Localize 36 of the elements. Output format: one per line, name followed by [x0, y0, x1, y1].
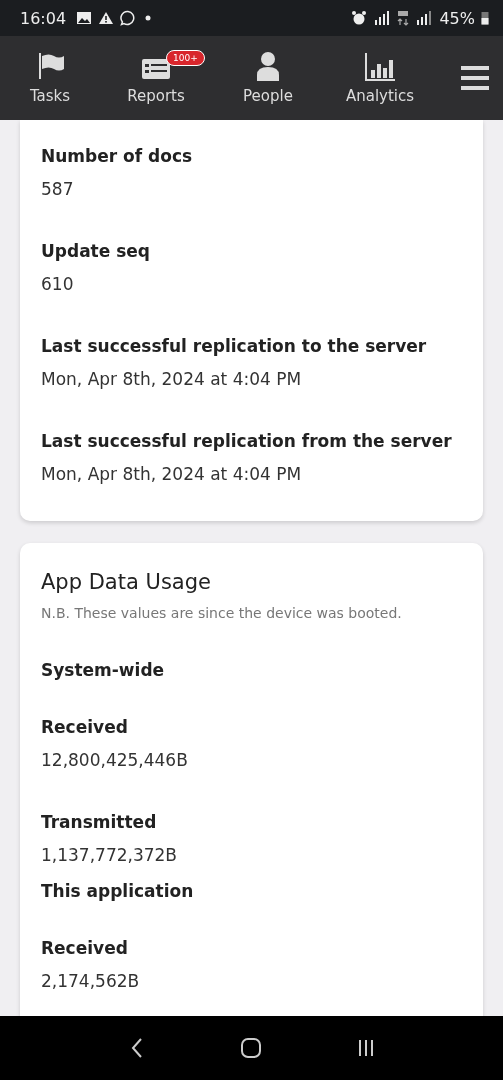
field-value: 610 — [41, 273, 75, 296]
card-title: App Data Usage — [41, 569, 212, 596]
field-value: Mon, Apr 8th, 2024 at 4:04 PM — [41, 463, 303, 486]
field-label: Received — [41, 937, 129, 960]
battery-percentage: 45% — [439, 8, 475, 28]
signal-icon — [415, 10, 434, 26]
section-heading: System-wide — [41, 659, 166, 682]
field-label: Last successful replication from the server — [41, 430, 453, 453]
battery-icon — [481, 11, 489, 25]
field-value: 1,137,772,372B — [41, 844, 179, 867]
field-label: Received — [41, 716, 129, 739]
clock: 16:04 — [20, 8, 67, 28]
field-value: 12,800,425,446B — [41, 749, 189, 772]
bar-chart-icon — [363, 51, 397, 83]
field-value: Mon, Apr 8th, 2024 at 4:04 PM — [41, 368, 303, 391]
field-label: Last successful replication to the server — [41, 335, 428, 358]
field-label: Number of docs — [41, 145, 194, 168]
field-label: Update seq — [41, 240, 151, 263]
chat-icon — [120, 10, 137, 26]
alarm-icon — [351, 10, 368, 26]
signal-icon — [373, 10, 392, 26]
nav-tab[interactable]: Reports 100+ — [100, 36, 212, 120]
warning-icon — [98, 11, 115, 25]
menu-icon[interactable] — [461, 65, 489, 91]
field-value: 2,174,562B — [41, 970, 141, 993]
nav-tab[interactable]: Analytics — [324, 36, 436, 120]
data-arrows-icon — [397, 10, 410, 26]
field-value: 587 — [41, 178, 75, 201]
section-heading: This application — [41, 880, 195, 903]
field-label: Transmitted — [41, 811, 158, 834]
image-icon — [76, 11, 93, 25]
card-note: N.B. These values are since the device was booted. — [41, 604, 403, 623]
nav-tab[interactable]: Tasks — [0, 36, 100, 120]
count-badge: 100+ — [166, 50, 205, 66]
home-icon[interactable] — [240, 1036, 263, 1060]
nav-tab[interactable]: People — [212, 36, 324, 120]
